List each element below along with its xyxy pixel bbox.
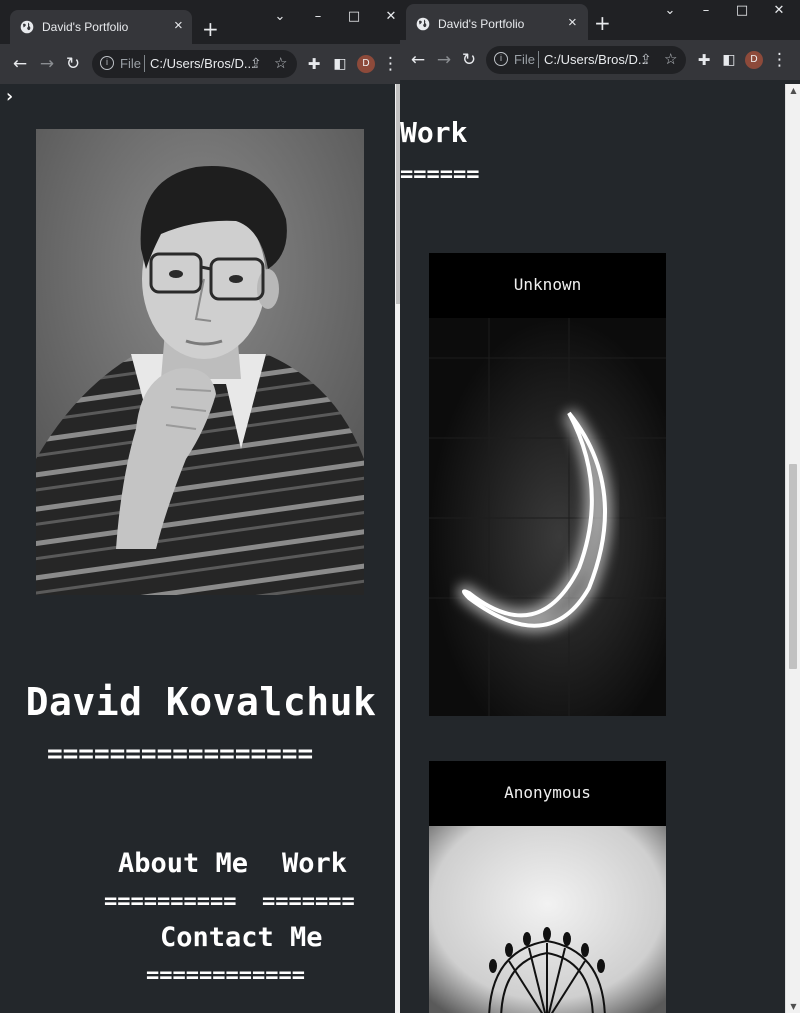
profile-avatar[interactable]: D	[357, 55, 375, 73]
work-card[interactable]: Anonymous	[429, 761, 666, 1013]
close-window-icon[interactable]: ✕	[771, 4, 787, 18]
new-tab-button[interactable]: +	[202, 19, 219, 39]
right-browser-window: David's Portfolio × + ⌄ – □ ✕ ← → ↻ i Fi…	[400, 0, 800, 1013]
tab-search-icon[interactable]: ⌄	[272, 10, 288, 24]
security-label: File	[514, 52, 535, 67]
right-scrollbar[interactable]: ▲ ▼	[785, 84, 800, 1013]
section-title: Work	[400, 116, 468, 149]
browser-toolbar: ← → ↻ i File C:/Users/Bros/D... ⇪ ☆ ✚ ◧ …	[400, 40, 800, 80]
url-text[interactable]: C:/Users/Bros/D...	[150, 56, 255, 71]
reload-icon[interactable]: ↻	[63, 54, 83, 74]
globe-icon	[416, 17, 430, 31]
browser-toolbar: ← → ↻ i File C:/Users/Bros/D... ⇪ ☆ ✚ ◧ …	[0, 44, 402, 84]
share-icon[interactable]: ⇪	[250, 55, 262, 72]
tab-strip: David's Portfolio × + ⌄ – □ ✕	[0, 0, 402, 44]
extensions-icon[interactable]: ✚	[304, 54, 324, 74]
tab-close-icon[interactable]: ×	[568, 14, 577, 32]
close-window-icon[interactable]: ✕	[383, 10, 399, 24]
card-image-ferris-wheel	[429, 826, 666, 1013]
back-arrow-icon[interactable]: ←	[10, 54, 30, 74]
menu-kebab-icon[interactable]: ⋮	[771, 50, 788, 70]
forward-arrow-icon[interactable]: →	[434, 50, 454, 70]
info-icon[interactable]: i	[100, 56, 114, 70]
bookmark-star-icon[interactable]: ☆	[274, 54, 287, 72]
portrait-photo	[36, 129, 364, 595]
card-image-neon-moon	[429, 318, 666, 716]
tab-search-icon[interactable]: ⌄	[662, 4, 678, 18]
reload-icon[interactable]: ↻	[459, 50, 479, 70]
nav-about-me[interactable]: About Me	[118, 848, 248, 879]
nav-contact-me-underline: ============	[146, 963, 305, 988]
maximize-icon[interactable]: □	[734, 4, 750, 18]
page-content: › David Kovalchuk ================= Abou…	[0, 84, 402, 1013]
address-bar[interactable]: i File C:/Users/Bros/D... ⇪ ☆	[486, 46, 686, 74]
maximize-icon[interactable]: □	[346, 10, 362, 24]
side-panel-icon[interactable]: ◧	[719, 50, 739, 70]
card-title: Anonymous	[504, 783, 591, 802]
tab-strip: David's Portfolio × + ⌄ – □ ✕	[400, 0, 800, 44]
forward-arrow-icon[interactable]: →	[37, 54, 57, 74]
bookmark-star-icon[interactable]: ☆	[664, 50, 677, 68]
nav-contact-me[interactable]: Contact Me	[160, 922, 323, 953]
address-separator	[144, 55, 145, 72]
menu-kebab-icon[interactable]: ⋮	[382, 54, 399, 74]
tab-davids-portfolio[interactable]: David's Portfolio ×	[10, 10, 192, 44]
right-scrollbar-thumb[interactable]	[789, 464, 797, 669]
nav-work[interactable]: Work	[282, 848, 347, 879]
hero-name: David Kovalchuk	[25, 680, 377, 724]
work-card[interactable]: Unknown	[429, 253, 666, 716]
menu-toggle-icon[interactable]: ›	[4, 86, 15, 107]
url-text[interactable]: C:/Users/Bros/D...	[544, 52, 649, 67]
tab-title: David's Portfolio	[438, 17, 525, 31]
address-bar[interactable]: i File C:/Users/Bros/D... ⇪ ☆	[92, 50, 297, 78]
page-content: Work ====== Unknown Anonymous	[400, 80, 800, 1013]
address-separator	[538, 51, 539, 68]
hero-name-underline: =================	[47, 739, 314, 769]
card-title: Unknown	[513, 275, 582, 294]
side-panel-icon[interactable]: ◧	[330, 54, 350, 74]
nav-about-me-underline: ==========	[104, 889, 237, 914]
minimize-icon[interactable]: –	[698, 4, 714, 18]
security-label: File	[120, 56, 141, 71]
back-arrow-icon[interactable]: ←	[408, 50, 428, 70]
share-icon[interactable]: ⇪	[640, 51, 652, 68]
new-tab-button[interactable]: +	[594, 13, 611, 33]
info-icon[interactable]: i	[494, 52, 508, 66]
left-browser-window: David's Portfolio × + ⌄ – □ ✕ ← → ↻ i Fi…	[0, 0, 402, 1013]
section-title-underline: ======	[400, 162, 480, 187]
tab-davids-portfolio[interactable]: David's Portfolio ×	[406, 4, 588, 44]
extensions-icon[interactable]: ✚	[694, 50, 714, 70]
globe-icon	[20, 20, 34, 34]
profile-avatar[interactable]: D	[745, 51, 763, 69]
tab-title: David's Portfolio	[42, 20, 129, 34]
scroll-down-arrow-icon[interactable]: ▼	[786, 1002, 800, 1011]
nav-work-underline: =======	[262, 889, 355, 914]
scroll-up-arrow-icon[interactable]: ▲	[786, 86, 800, 95]
minimize-icon[interactable]: –	[310, 10, 326, 24]
tab-close-icon[interactable]: ×	[174, 17, 183, 35]
